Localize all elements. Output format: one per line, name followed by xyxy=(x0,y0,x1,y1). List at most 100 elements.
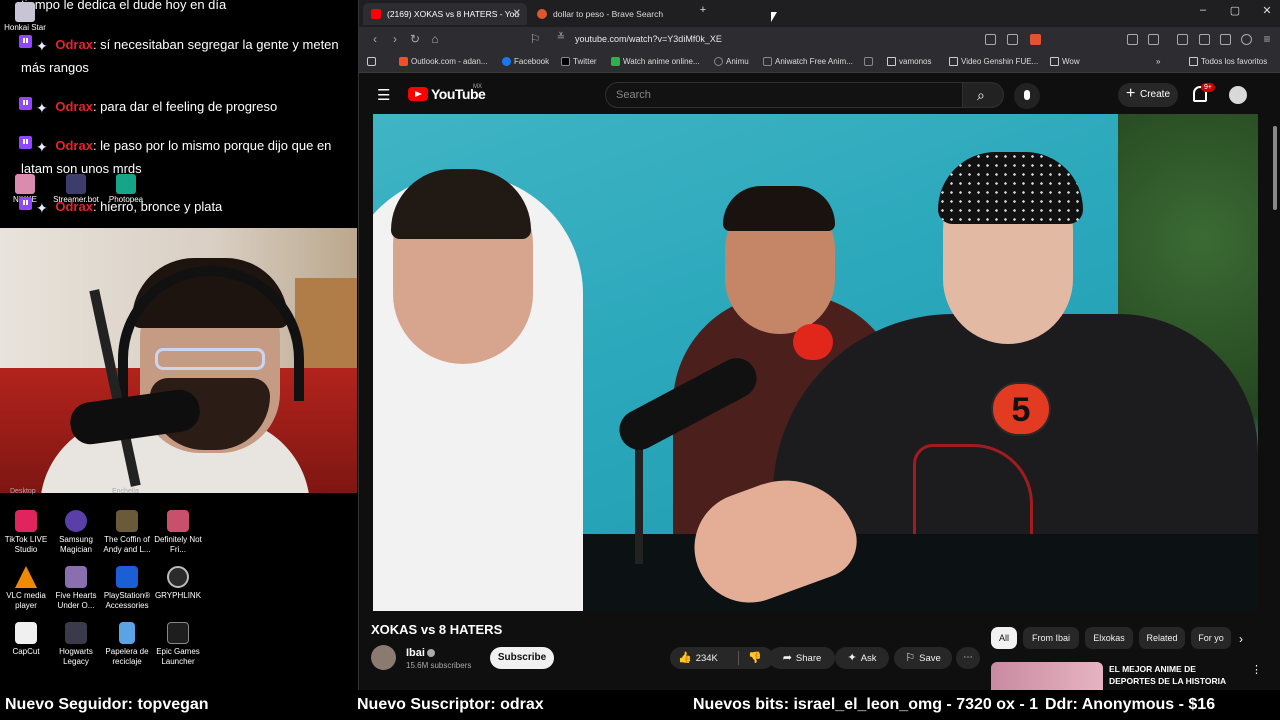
notification-count-badge: 9+ xyxy=(1201,83,1215,92)
bookmark-facebook[interactable]: Facebook xyxy=(502,57,549,66)
desktop-icon-capcut[interactable]: CapCut xyxy=(0,622,52,657)
like-count[interactable]: 234K xyxy=(696,653,718,664)
subscribe-button[interactable]: Subscribe xyxy=(490,647,554,669)
bookmark-folder-wow[interactable]: Wow xyxy=(1050,57,1080,66)
bookmark-folder-vamonos[interactable]: vamonos xyxy=(887,57,931,66)
vpn-icon[interactable] xyxy=(1241,34,1252,45)
extensions-icon[interactable] xyxy=(1127,34,1138,45)
youtube-logo-icon[interactable] xyxy=(408,87,428,101)
honkai-star-shortcut[interactable]: Honkai Star xyxy=(1,2,49,32)
menu-icon[interactable]: ≡ xyxy=(1259,32,1275,46)
url-field[interactable]: youtube.com/watch?v=Y3diMf0k_XE xyxy=(575,34,722,44)
home-icon[interactable]: ⌂ xyxy=(427,32,443,46)
chips-next-icon[interactable]: › xyxy=(1239,632,1243,646)
save-icon: ⚐ xyxy=(905,652,916,664)
desktop-icon-recycle-bin[interactable]: Papelera de reciclaje xyxy=(101,622,153,666)
new-tab-button[interactable]: + xyxy=(693,4,713,16)
channel-avatar[interactable] xyxy=(371,645,396,670)
recommendation-more-icon[interactable]: ⋮ xyxy=(1251,663,1262,676)
desktop-icon-gryphlink[interactable]: GRYPHLINK xyxy=(152,566,204,601)
hamburger-menu-icon[interactable]: ☰ xyxy=(377,86,390,104)
more-actions-button[interactable]: ⋯ xyxy=(956,647,980,669)
leo-ai-icon[interactable] xyxy=(1220,34,1231,45)
chip-all[interactable]: All xyxy=(991,627,1017,649)
recommendation-thumbnail[interactable] xyxy=(991,662,1103,690)
desktop-icon-hogwarts[interactable]: Hogwarts Legacy xyxy=(50,622,102,666)
desktop-icon-vlc[interactable]: VLC media player xyxy=(0,566,52,610)
create-button[interactable]: Create xyxy=(1118,82,1178,107)
cast-icon[interactable] xyxy=(985,34,996,45)
share-button[interactable]: ➦ Share xyxy=(769,647,835,669)
desktop-icon-label: CapCut xyxy=(12,647,40,656)
tab-title: (2169) XOKAS vs 8 HATERS - You xyxy=(387,9,520,19)
desktop-icon-definitely-not[interactable]: Definitely Not Fri... xyxy=(152,510,204,554)
epic-games-icon xyxy=(167,622,189,644)
close-window-icon[interactable]: ✕ xyxy=(1257,4,1277,17)
chip-from-ibai[interactable]: From Ibai xyxy=(1023,627,1079,649)
minimize-icon[interactable]: – xyxy=(1193,4,1213,16)
chip-for-you[interactable]: For yo xyxy=(1191,627,1231,649)
share-icon: ➦ xyxy=(782,652,792,664)
bookmark-folder-genshin[interactable]: Video Genshin FUE... xyxy=(949,57,1038,66)
ticker-bits: Nuevos bits: israel_el_leon_omg - 7320 o… xyxy=(693,696,1039,713)
back-icon[interactable]: ‹ xyxy=(367,32,383,46)
dislike-icon[interactable]: 👎 xyxy=(748,647,762,669)
bookmark-aniwatch[interactable]: Aniwatch Free Anim... xyxy=(763,57,853,66)
definitely-not-icon xyxy=(167,510,189,532)
save-button[interactable]: ⚐ Save xyxy=(894,647,952,669)
chat-partial-line: tiempo le dedica el dude hoy en día xyxy=(21,0,227,12)
desktop-icon-samsung-magician[interactable]: Samsung Magician xyxy=(50,510,102,554)
sidebar-icon[interactable] xyxy=(1199,34,1210,45)
account-avatar[interactable] xyxy=(1229,86,1247,104)
bookmark-watch-anime[interactable]: Watch anime online... xyxy=(611,57,700,66)
desktop-icon-coffin-andy[interactable]: The Coffin of Andy and L... xyxy=(101,510,153,554)
tab-youtube[interactable]: (2169) XOKAS vs 8 HATERS - You ✕ xyxy=(363,3,527,25)
all-bookmarks-folder[interactable]: Todos los favoritos xyxy=(1189,57,1267,66)
bookmark-label: Animu xyxy=(726,57,749,66)
desktop-icon-playstation[interactable]: PlayStation® Accessories xyxy=(101,566,153,610)
like-icon[interactable]: 👍 xyxy=(678,647,692,669)
bookmark-outlook[interactable]: Outlook.com - adan... xyxy=(399,57,487,66)
desktop-icon-five-hearts[interactable]: Five Hearts Under O... xyxy=(50,566,102,610)
voice-search-button[interactable] xyxy=(1014,83,1040,109)
bookmark-icon[interactable]: ⚐ xyxy=(527,32,543,46)
ask-button[interactable]: ✦ Ask xyxy=(835,647,889,669)
nikke-icon xyxy=(15,174,35,194)
chip-related[interactable]: Related xyxy=(1139,627,1185,649)
video-title: XOKAS vs 8 HATERS xyxy=(371,622,503,637)
streamerbot-icon xyxy=(66,174,86,194)
bookmark-twitter[interactable]: Twitter xyxy=(561,57,597,66)
samsung-magician-icon xyxy=(65,510,87,532)
stream-chat: tiempo le dedica el dude hoy en día Honk… xyxy=(0,0,358,228)
page-scrollbar[interactable] xyxy=(1271,114,1279,690)
wallet-icon[interactable] xyxy=(1148,34,1159,45)
chip-elxokas[interactable]: Elxokas xyxy=(1085,627,1133,649)
bookmark-animu[interactable]: Animu xyxy=(714,57,749,66)
reload-icon[interactable]: ↻ xyxy=(407,32,423,46)
forward-icon[interactable]: › xyxy=(387,32,403,46)
recommendation-title[interactable]: EL MEJOR ANIME DE DEPORTES DE LA HISTORI… xyxy=(1109,663,1239,687)
desktop-icon-epic-games[interactable]: Epic Games Launcher xyxy=(152,622,204,666)
site-info-icon[interactable]: ≚ xyxy=(553,32,569,43)
video-player[interactable]: 5 xyxy=(373,114,1258,611)
scrollbar-thumb[interactable] xyxy=(1273,126,1277,210)
region-code: MX xyxy=(473,84,482,90)
music-icon[interactable] xyxy=(1177,34,1188,45)
bookmarks-overflow-icon[interactable]: » xyxy=(1156,57,1160,66)
desktop-icon-label: GRYPHLINK xyxy=(154,591,202,600)
desktop-icon-label: Definitely Not Fri... xyxy=(154,535,202,554)
search-button[interactable]: ⌕ xyxy=(962,82,1004,108)
tab-brave-search[interactable]: dollar to peso - Brave Search xyxy=(529,3,689,25)
sparkle-badge-icon: ✦ xyxy=(36,37,48,54)
maximize-icon[interactable]: ▢ xyxy=(1225,4,1245,17)
channel-name[interactable]: Ibai xyxy=(406,647,425,659)
close-tab-icon[interactable]: ✕ xyxy=(513,3,521,25)
desktop-icon-label: TikTok LIVE Studio xyxy=(4,535,48,554)
bookmark-label: Twitter xyxy=(573,57,597,66)
desktop-icon-tiktok-live[interactable]: TikTok LIVE Studio xyxy=(0,510,52,554)
sparkle-badge-icon: ✦ xyxy=(36,138,48,155)
brave-shields-icon[interactable] xyxy=(1030,34,1041,45)
search-input[interactable]: Search xyxy=(605,82,963,108)
recommendation-chips: All From Ibai Elxokas Related For yo xyxy=(991,627,1280,649)
share-page-icon[interactable] xyxy=(1007,34,1018,45)
